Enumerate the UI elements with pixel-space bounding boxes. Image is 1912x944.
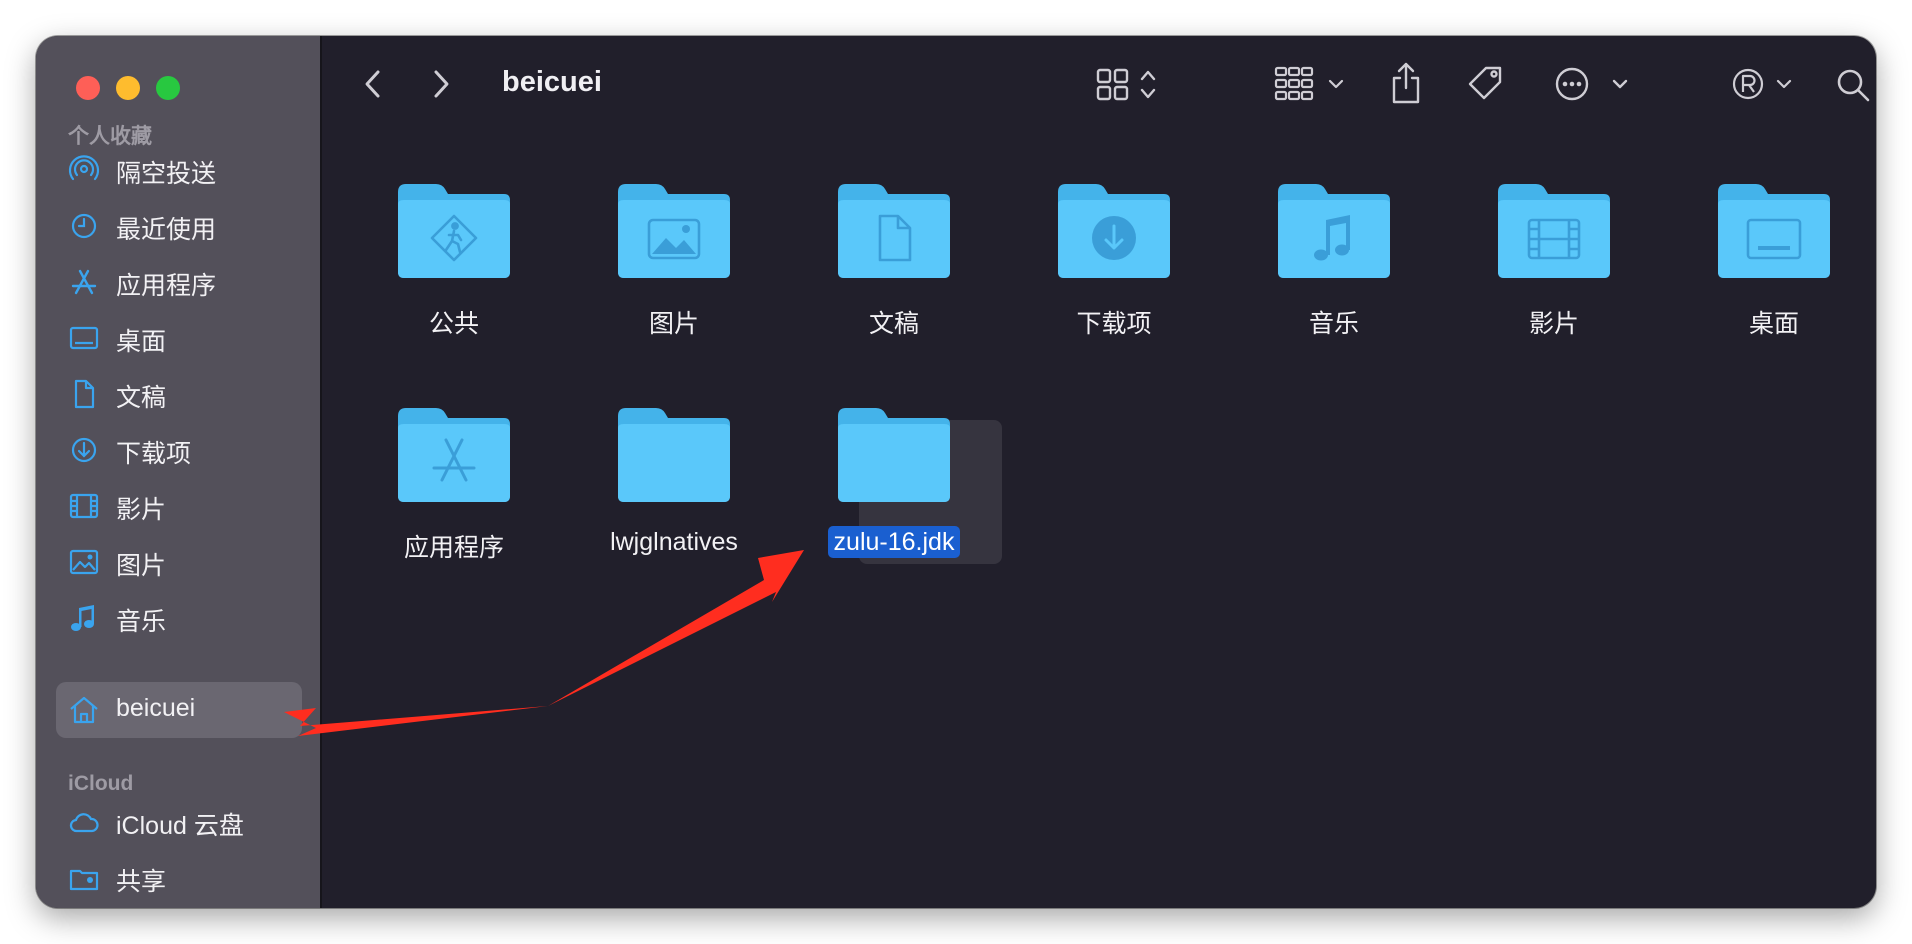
window-title: beicuei bbox=[502, 66, 602, 98]
forward-button[interactable] bbox=[426, 60, 456, 108]
back-button[interactable] bbox=[358, 60, 388, 108]
folder-item-label: lwjglnatives bbox=[610, 528, 738, 556]
folder-icon bbox=[838, 408, 950, 502]
sidebar-item-recents[interactable]: 最近使用 bbox=[56, 198, 302, 254]
sidebar-item-label: iCloud 云盘 bbox=[116, 812, 244, 840]
minimize-window-button[interactable] bbox=[116, 76, 140, 100]
folder-icon bbox=[1718, 184, 1830, 278]
sidebar-item-label: 图片 bbox=[116, 552, 167, 580]
folder-item-label: 文稿 bbox=[868, 310, 919, 338]
sidebar-item-label: 音乐 bbox=[116, 608, 167, 636]
sidebar-item-label: 桌面 bbox=[116, 328, 167, 356]
icloud-section-title: iCloud bbox=[68, 772, 134, 795]
more-actions-button[interactable] bbox=[1554, 60, 1630, 108]
sidebar-item-label: beicuei bbox=[116, 694, 196, 722]
film-icon bbox=[69, 493, 99, 519]
folder-icon bbox=[838, 184, 950, 278]
folder-item-lwjglnatives[interactable]: lwjglnatives bbox=[568, 402, 768, 602]
music-note-icon bbox=[71, 605, 94, 631]
sidebar-item-desktop[interactable]: 桌面 bbox=[56, 310, 302, 366]
folder-item-documents[interactable]: 文稿 bbox=[788, 178, 988, 378]
sidebar-item-label: 隔空投送 bbox=[116, 160, 217, 188]
photo-icon bbox=[69, 549, 99, 575]
folder-item-zulu-jdk[interactable]: zulu-16.jdk bbox=[788, 402, 988, 602]
zoom-window-button[interactable] bbox=[156, 76, 180, 100]
sidebar-item-airdrop[interactable]: 隔空投送 bbox=[56, 142, 302, 198]
sidebar-item-label: 共享 bbox=[116, 868, 167, 896]
folder-icon bbox=[618, 408, 730, 502]
desktop-icon bbox=[69, 326, 99, 350]
cloud-icon bbox=[69, 813, 99, 833]
sidebar-item-shared[interactable]: 共享 bbox=[56, 850, 302, 906]
folder-item-label: zulu-16.jdk bbox=[788, 526, 1000, 558]
tag-button[interactable] bbox=[1464, 60, 1508, 108]
annotation-arrow-to-sidebar bbox=[284, 706, 548, 736]
shared-folder-icon bbox=[69, 869, 99, 891]
folder-item-label: 公共 bbox=[428, 310, 479, 338]
folder-item-public[interactable]: 公共 bbox=[348, 178, 548, 378]
sidebar: 个人收藏 隔空投送 最近使用 应用程序 桌面 文稿 下载项 影片 图片 音乐 b… bbox=[36, 36, 322, 908]
applications-icon bbox=[71, 269, 97, 295]
sidebar-item-documents[interactable]: 文稿 bbox=[56, 366, 302, 422]
folder-icon bbox=[1058, 184, 1170, 278]
sidebar-item-music[interactable]: 音乐 bbox=[56, 590, 302, 646]
folder-item-label: 影片 bbox=[1528, 310, 1579, 338]
folder-icon bbox=[1498, 184, 1610, 278]
folder-icon bbox=[1278, 184, 1390, 278]
folder-item-movies[interactable]: 影片 bbox=[1448, 178, 1648, 378]
registered-app-button[interactable] bbox=[1730, 60, 1796, 108]
folder-item-desktop[interactable]: 桌面 bbox=[1668, 178, 1868, 378]
document-icon bbox=[74, 379, 95, 409]
sidebar-item-label: 文稿 bbox=[116, 384, 167, 412]
sidebar-item-pictures[interactable]: 图片 bbox=[56, 534, 302, 590]
folder-item-pictures[interactable]: 图片 bbox=[568, 178, 768, 378]
finder-window: 个人收藏 隔空投送 最近使用 应用程序 桌面 文稿 下载项 影片 图片 音乐 b… bbox=[36, 36, 1876, 908]
download-icon bbox=[71, 437, 97, 463]
sidebar-item-label: 下载项 bbox=[116, 440, 192, 468]
sidebar-item-downloads[interactable]: 下载项 bbox=[56, 422, 302, 478]
folder-item-label: 应用程序 bbox=[403, 534, 504, 562]
folder-item-label: 音乐 bbox=[1308, 310, 1359, 338]
group-by-button[interactable] bbox=[1274, 60, 1348, 108]
sidebar-item-label: 应用程序 bbox=[116, 272, 217, 300]
share-button[interactable] bbox=[1388, 60, 1424, 108]
search-icon[interactable] bbox=[1834, 60, 1874, 108]
folder-icon bbox=[398, 408, 510, 502]
folder-icon bbox=[398, 184, 510, 278]
clock-icon bbox=[71, 213, 97, 239]
sidebar-item-home[interactable]: beicuei bbox=[56, 682, 302, 738]
home-icon bbox=[70, 696, 98, 724]
sidebar-item-applications[interactable]: 应用程序 bbox=[56, 254, 302, 310]
view-mode-grid-button[interactable] bbox=[1096, 60, 1166, 108]
sidebar-item-label: 影片 bbox=[116, 496, 167, 524]
folder-icon bbox=[618, 184, 730, 278]
sidebar-item-movies[interactable]: 影片 bbox=[56, 478, 302, 534]
download-emblem-icon bbox=[1092, 216, 1136, 260]
folder-item-label: 下载项 bbox=[1076, 310, 1152, 338]
sidebar-item-icloud-drive[interactable]: iCloud 云盘 bbox=[56, 794, 302, 850]
folder-item-applications[interactable]: 应用程序 bbox=[348, 402, 548, 602]
folder-item-label: 桌面 bbox=[1748, 310, 1799, 338]
toolbar: beicuei bbox=[322, 36, 1876, 136]
folder-item-downloads[interactable]: 下载项 bbox=[1008, 178, 1208, 378]
folder-item-label: 图片 bbox=[648, 310, 699, 338]
close-window-button[interactable] bbox=[76, 76, 100, 100]
airdrop-icon bbox=[68, 155, 100, 181]
folder-item-music[interactable]: 音乐 bbox=[1228, 178, 1428, 378]
sidebar-item-label: 最近使用 bbox=[116, 216, 217, 244]
